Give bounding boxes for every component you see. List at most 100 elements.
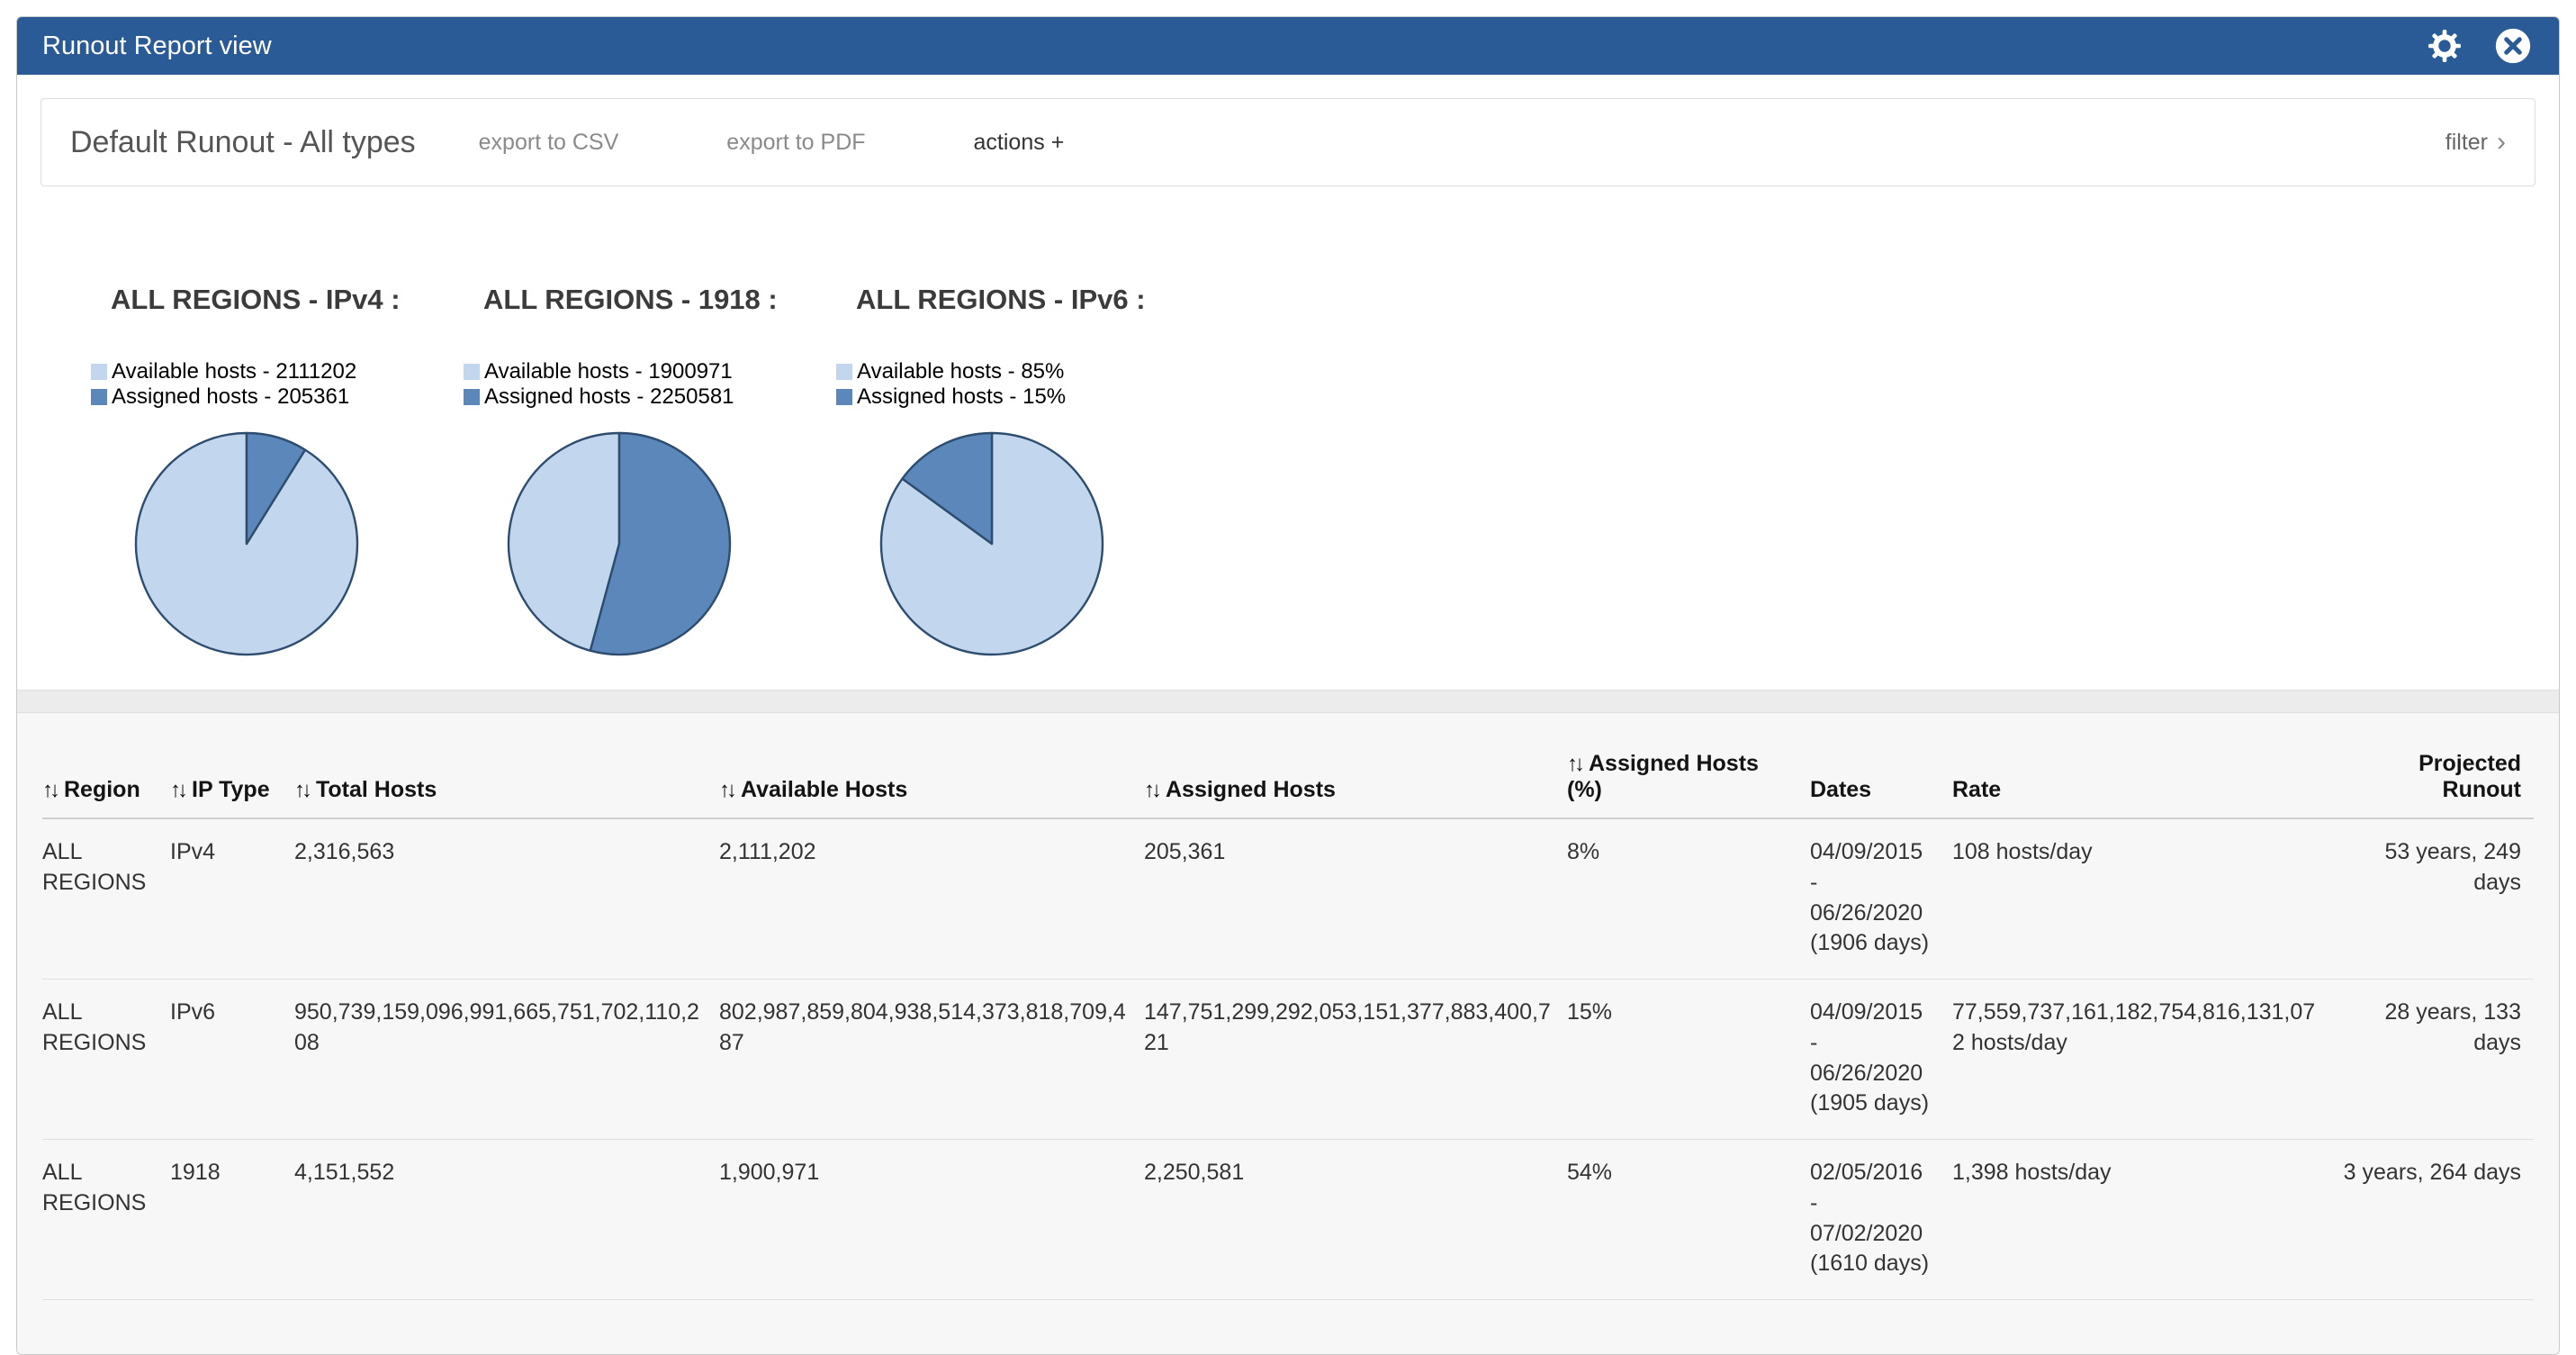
legend-swatch (91, 389, 107, 405)
cell-total-hosts: 2,316,563 (294, 818, 719, 980)
sort-icon: ↑↓ (42, 778, 57, 802)
column-label: Assigned Hosts (1166, 777, 1336, 802)
sort-icon: ↑↓ (294, 778, 309, 802)
column-label: IP Type (192, 777, 270, 802)
window-title: Runout Report view (42, 32, 2424, 61)
column-label: Rate (1952, 777, 2001, 802)
column-header-dates: Dates (1810, 733, 1952, 818)
legend-item: Available hosts - 2111202 (91, 359, 464, 384)
report-toolbar: Default Runout - All types export to CSV… (41, 98, 2535, 186)
chart-title: ALL REGIONS - IPv6 : (836, 284, 1209, 316)
sort-icon: ↑↓ (1567, 752, 1581, 776)
cell-available-hosts: 2,111,202 (719, 818, 1144, 980)
column-header-rate: Rate (1952, 733, 2336, 818)
cell-total-hosts: 950,739,159,096,991,665,751,702,110,208 (294, 980, 719, 1140)
cell-assigned-hosts: 2,250,581 (1144, 1140, 1567, 1300)
legend-label: Available hosts - 85% (857, 359, 1064, 384)
sort-icon: ↑↓ (1144, 778, 1158, 802)
column-header-projected-runout: Projected Runout (2336, 733, 2534, 818)
cell-rate: 1,398 hosts/day (1952, 1140, 2336, 1300)
cell-projected-runout: 28 years, 133 days (2336, 980, 2534, 1140)
legend-swatch (464, 389, 480, 405)
legend-swatch (91, 364, 107, 380)
export-csv-button[interactable]: export to CSV (479, 130, 619, 156)
pie-chart-block: ALL REGIONS - IPv4 : Available hosts - 2… (91, 284, 464, 666)
cell-ip-type: IPv6 (170, 980, 294, 1140)
cell-assigned-hosts: 15% (1567, 980, 1810, 1140)
column-header-ip-type[interactable]: ↑↓ IP Type (170, 733, 294, 818)
pie-chart (501, 426, 836, 666)
cell-rate: 77,559,737,161,182,754,816,131,072 hosts… (1952, 980, 2336, 1140)
legend-swatch (464, 364, 480, 380)
column-header-region[interactable]: ↑↓ Region (42, 733, 170, 818)
cell-assigned-hosts: 8% (1567, 818, 1810, 980)
cell-region: ALL REGIONS (42, 1140, 170, 1300)
column-header-assigned-hosts[interactable]: ↑↓Assigned Hosts (%) (1567, 733, 1810, 818)
section-divider (17, 690, 2559, 713)
legend-label: Available hosts - 2111202 (112, 359, 356, 384)
cell-available-hosts: 1,900,971 (719, 1140, 1144, 1300)
cell-total-hosts: 4,151,552 (294, 1140, 719, 1300)
legend-label: Available hosts - 1900971 (484, 359, 733, 384)
legend-label: Assigned hosts - 15% (857, 384, 1066, 410)
pie-charts-row: ALL REGIONS - IPv4 : Available hosts - 2… (17, 186, 2559, 690)
close-icon[interactable] (2492, 25, 2534, 67)
cell-dates: 04/09/2015-06/26/2020(1905 days) (1810, 980, 1952, 1140)
legend-item: Available hosts - 1900971 (464, 359, 836, 384)
actions-menu-button[interactable]: actions + (974, 130, 1065, 156)
legend-item: Assigned hosts - 2250581 (464, 384, 836, 410)
table-row: ALL REGIONSIPv6950,739,159,096,991,665,7… (42, 980, 2534, 1140)
filter-label: filter (2445, 130, 2488, 156)
column-label: Region (64, 777, 140, 802)
cell-region: ALL REGIONS (42, 818, 170, 980)
column-label: Assigned Hosts (%) (1567, 751, 1759, 802)
export-pdf-button[interactable]: export to PDF (726, 130, 865, 156)
legend-item: Assigned hosts - 205361 (91, 384, 464, 410)
chevron-right-icon: › (2497, 127, 2506, 158)
cell-projected-runout: 53 years, 249 days (2336, 818, 2534, 980)
cell-assigned-hosts: 147,751,299,292,053,151,377,883,400,721 (1144, 980, 1567, 1140)
chart-legend: Available hosts - 1900971Assigned hosts … (464, 359, 836, 410)
column-label: Available Hosts (741, 777, 907, 802)
column-label: Total Hosts (316, 777, 437, 802)
cell-dates: 04/09/2015-06/26/2020(1906 days) (1810, 818, 1952, 980)
pie-chart-block: ALL REGIONS - IPv6 : Available hosts - 8… (836, 284, 1209, 666)
table-row: ALL REGIONSIPv42,316,5632,111,202205,361… (42, 818, 2534, 980)
title-bar-icons (2424, 25, 2534, 67)
pie-chart (129, 426, 464, 666)
report-title: Default Runout - All types (70, 125, 416, 160)
cell-assigned-hosts: 205,361 (1144, 818, 1567, 980)
pie-chart (874, 426, 1209, 666)
column-header-available-hosts[interactable]: ↑↓ Available Hosts (719, 733, 1144, 818)
cell-dates: 02/05/2016-07/02/2020(1610 days) (1810, 1140, 1952, 1300)
cell-available-hosts: 802,987,859,804,938,514,373,818,709,487 (719, 980, 1144, 1140)
chart-title: ALL REGIONS - 1918 : (464, 284, 836, 316)
column-header-total-hosts[interactable]: ↑↓ Total Hosts (294, 733, 719, 818)
filter-toggle[interactable]: filter › (2445, 127, 2506, 158)
column-header-assigned-hosts[interactable]: ↑↓ Assigned Hosts (1144, 733, 1567, 818)
legend-swatch (836, 389, 852, 405)
sort-icon: ↑↓ (170, 778, 185, 802)
cell-rate: 108 hosts/day (1952, 818, 2336, 980)
chart-legend: Available hosts - 2111202Assigned hosts … (91, 359, 464, 410)
title-bar: Runout Report view (17, 17, 2559, 75)
column-label: Projected Runout (2418, 751, 2521, 802)
legend-label: Assigned hosts - 205361 (112, 384, 349, 410)
runout-report-window: Runout Report view (16, 16, 2560, 1355)
settings-gear-icon[interactable] (2424, 25, 2465, 67)
column-label: Dates (1810, 777, 1871, 802)
cell-ip-type: IPv4 (170, 818, 294, 980)
table-body: ALL REGIONSIPv42,316,5632,111,202205,361… (42, 818, 2534, 1300)
legend-label: Assigned hosts - 2250581 (484, 384, 734, 410)
chart-title: ALL REGIONS - IPv4 : (91, 284, 464, 316)
chart-legend: Available hosts - 85%Assigned hosts - 15… (836, 359, 1209, 410)
legend-swatch (836, 364, 852, 380)
sort-icon: ↑↓ (719, 778, 734, 802)
pie-chart-block: ALL REGIONS - 1918 : Available hosts - 1… (464, 284, 836, 666)
table-row: ALL REGIONS19184,151,5521,900,9712,250,5… (42, 1140, 2534, 1300)
cell-region: ALL REGIONS (42, 980, 170, 1140)
cell-assigned-hosts: 54% (1567, 1140, 1810, 1300)
table-header-row: ↑↓ Region ↑↓ IP Type ↑↓ Total Hosts ↑↓ Availabl… (42, 733, 2534, 818)
cell-projected-runout: 3 years, 264 days (2336, 1140, 2534, 1300)
runout-table: ↑↓ Region ↑↓ IP Type ↑↓ Total Hosts ↑↓ Availabl… (42, 733, 2534, 1300)
